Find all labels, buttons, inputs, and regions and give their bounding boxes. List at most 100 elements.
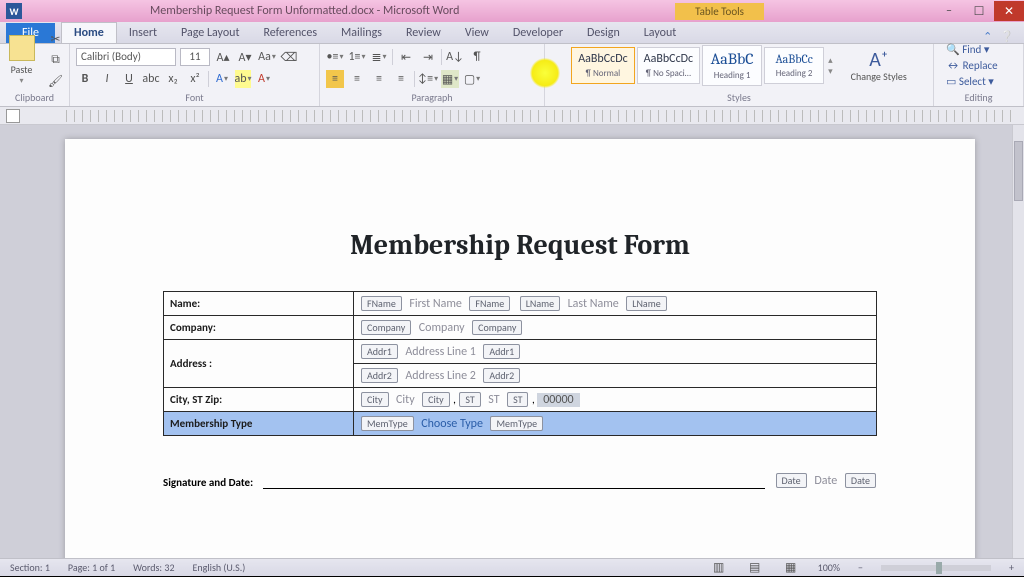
view-read-icon[interactable]: ▤	[746, 559, 764, 577]
style-heading1[interactable]: AaBbC Heading 1	[702, 45, 762, 86]
align-right-icon[interactable]: ≡	[370, 70, 388, 88]
status-words[interactable]: Words: 32	[133, 561, 174, 574]
cc-placeholder[interactable]: Address Line 2	[401, 369, 480, 383]
group-styles-label: Styles	[551, 90, 927, 104]
style-normal[interactable]: AaBbCcDc ¶ Normal	[571, 47, 634, 84]
signature-row: Signature and Date: Date Date Date	[163, 472, 877, 489]
cut-icon[interactable]: ✂	[47, 30, 65, 48]
cell-memtype[interactable]: MemType Choose Type MemType	[354, 412, 877, 436]
cc-placeholder[interactable]: ST	[484, 393, 503, 407]
paste-button[interactable]: Paste ▾	[5, 30, 39, 90]
cc-placeholder[interactable]: Company	[415, 321, 469, 335]
sort-icon[interactable]: A↓	[446, 48, 464, 66]
view-print-icon[interactable]: ▥	[710, 559, 728, 577]
shading-icon[interactable]: ▦	[441, 70, 459, 88]
zoom-slider[interactable]	[881, 565, 991, 571]
italic-icon[interactable]: I	[98, 70, 116, 88]
line-spacing-icon[interactable]: ↕≡	[419, 70, 437, 88]
tab-insert[interactable]: Insert	[117, 23, 169, 43]
underline-icon[interactable]: U	[120, 70, 138, 88]
numbering-icon[interactable]: 1≡	[348, 48, 366, 66]
strike-icon[interactable]: abc	[142, 70, 160, 88]
cc-tag: City	[361, 392, 389, 407]
cell-addr2[interactable]: Addr2 Address Line 2 Addr2	[354, 364, 877, 388]
signature-line	[263, 475, 764, 489]
outdent-icon[interactable]: ⇤	[397, 48, 415, 66]
status-bar: Section: 1 Page: 1 of 1 Words: 32 Englis…	[0, 558, 1024, 576]
clear-format-icon[interactable]: ⌫	[280, 48, 298, 66]
tab-selector[interactable]	[6, 109, 20, 123]
cc-tag: LName	[626, 296, 666, 311]
font-size-combo[interactable]: 11	[180, 48, 210, 66]
maximize-button[interactable]: ☐	[964, 1, 994, 21]
label-company: Company:	[164, 316, 354, 340]
cc-placeholder[interactable]: City	[392, 393, 419, 407]
cc-placeholder[interactable]: Last Name	[564, 297, 623, 311]
superscript-icon[interactable]: x²	[186, 70, 204, 88]
text-effects-icon[interactable]: A	[213, 70, 231, 88]
tab-home[interactable]: Home	[61, 22, 117, 43]
copy-icon[interactable]: ⧉	[47, 51, 65, 69]
change-styles-button[interactable]: A⁺ Change Styles	[845, 48, 913, 83]
font-color-icon[interactable]: A	[255, 70, 273, 88]
vertical-scrollbar[interactable]	[1012, 125, 1024, 558]
minimize-button[interactable]: –	[934, 1, 964, 21]
align-left-icon[interactable]: ≡	[326, 70, 344, 88]
tab-layout[interactable]: Layout	[632, 23, 689, 43]
group-editing-label: Editing	[940, 90, 1017, 104]
align-center-icon[interactable]: ≡	[348, 70, 366, 88]
bold-icon[interactable]: B	[76, 70, 94, 88]
show-marks-icon[interactable]: ¶	[468, 48, 486, 66]
app-icon: W	[6, 3, 22, 19]
cc-placeholder[interactable]: Address Line 1	[401, 345, 480, 359]
bullets-icon[interactable]: •≡	[326, 48, 344, 66]
cc-placeholder[interactable]: First Name	[405, 297, 466, 311]
styles-gallery-more[interactable]: ▴▾	[826, 53, 835, 79]
font-name-combo[interactable]: Calibri (Body)	[76, 48, 176, 66]
status-page[interactable]: Page: 1 of 1	[68, 561, 115, 574]
form-table: Name: FName First Name FName LName Last …	[163, 291, 877, 436]
justify-icon[interactable]: ≡	[392, 70, 410, 88]
find-button[interactable]: 🔍 Find ▾	[946, 43, 1011, 56]
status-section[interactable]: Section: 1	[10, 561, 50, 574]
cc-tag: Date	[845, 473, 876, 488]
cell-name[interactable]: FName First Name FName LName Last Name L…	[354, 292, 877, 316]
tab-references[interactable]: References	[251, 23, 329, 43]
close-button[interactable]: ✕	[994, 1, 1024, 21]
multilevel-icon[interactable]: ≣	[370, 48, 388, 66]
indent-icon[interactable]: ⇥	[419, 48, 437, 66]
replace-button[interactable]: ↔ Replace	[946, 59, 1011, 72]
cc-tag: ST	[507, 392, 528, 407]
view-web-icon[interactable]: ▦	[782, 559, 800, 577]
tab-page-layout[interactable]: Page Layout	[169, 23, 251, 43]
scrollbar-thumb[interactable]	[1014, 141, 1023, 201]
tab-review[interactable]: Review	[394, 23, 453, 43]
cc-placeholder[interactable]: 00000	[537, 393, 579, 407]
tab-mailings[interactable]: Mailings	[329, 23, 394, 43]
select-button[interactable]: ▭ Select ▾	[946, 75, 1011, 88]
subscript-icon[interactable]: x₂	[164, 70, 182, 88]
highlight-icon[interactable]: ab	[235, 70, 251, 88]
zoom-percent[interactable]: 100%	[818, 561, 840, 574]
tab-developer[interactable]: Developer	[501, 23, 575, 43]
borders-icon[interactable]: ▢	[463, 70, 481, 88]
tab-view[interactable]: View	[453, 23, 501, 43]
grow-font-icon[interactable]: A▴	[214, 48, 232, 66]
cc-dropdown[interactable]: Choose Type	[417, 417, 487, 431]
cell-addr1[interactable]: Addr1 Address Line 1 Addr1	[354, 340, 877, 364]
cell-city[interactable]: City City City , ST ST ST , 00000	[354, 388, 877, 412]
change-case-icon[interactable]: Aa	[258, 48, 276, 66]
style-no-spacing[interactable]: AaBbCcDc ¶ No Spaci…	[637, 47, 700, 84]
style-heading2[interactable]: AaBbCc Heading 2	[764, 47, 824, 84]
cc-tag: Addr2	[483, 368, 520, 383]
horizontal-ruler[interactable]	[66, 110, 1012, 122]
page[interactable]: Membership Request Form Name: FName Firs…	[65, 139, 975, 558]
shrink-font-icon[interactable]: A▾	[236, 48, 254, 66]
status-lang[interactable]: English (U.S.)	[193, 561, 246, 574]
cc-placeholder[interactable]: Date	[810, 474, 841, 488]
cursor-highlight	[530, 58, 560, 88]
format-painter-icon[interactable]: 🖌	[47, 72, 65, 90]
contextual-tab-label: Table Tools	[675, 3, 764, 20]
cell-company[interactable]: Company Company Company	[354, 316, 877, 340]
tab-design[interactable]: Design	[575, 23, 632, 43]
